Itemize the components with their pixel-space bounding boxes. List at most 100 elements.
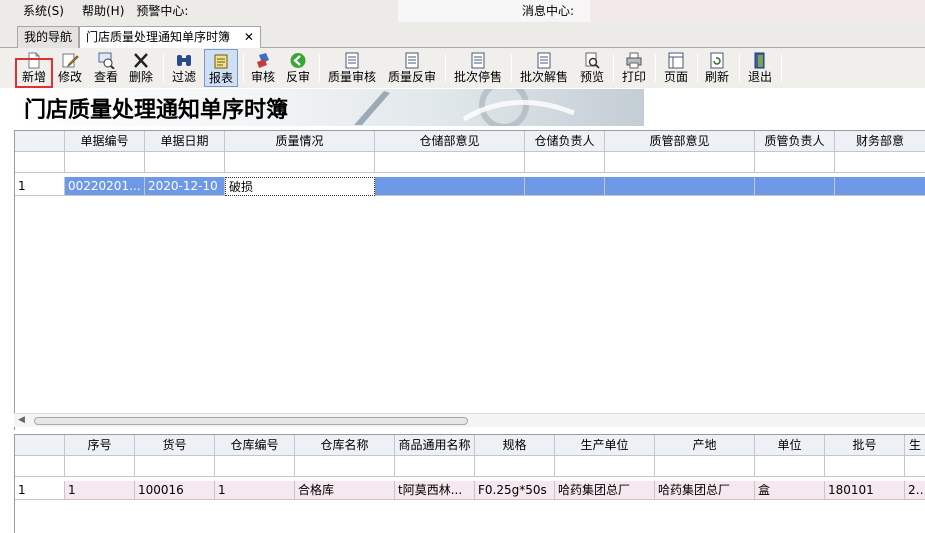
- column-header[interactable]: 商品通用名称: [395, 435, 475, 456]
- column-header[interactable]: 仓储部意见: [375, 131, 525, 152]
- cell-warehouse-opinion[interactable]: [375, 177, 525, 196]
- filter-cell[interactable]: [395, 456, 475, 477]
- column-header[interactable]: 生: [905, 435, 925, 456]
- cell-warehouse-name[interactable]: 合格库: [295, 481, 395, 500]
- warning-center-label[interactable]: 预警中心:: [130, 0, 194, 22]
- column-header[interactable]: 财务部意: [835, 131, 925, 152]
- unaudit-button[interactable]: 反审: [284, 49, 312, 87]
- batch-resume-sale-button[interactable]: 批次解售: [518, 49, 570, 87]
- column-header[interactable]: 仓库编号: [215, 435, 295, 456]
- filter-cell[interactable]: [225, 152, 375, 173]
- column-header[interactable]: 仓库名称: [295, 435, 395, 456]
- cell-document-number[interactable]: 00220201...: [65, 177, 145, 196]
- column-header[interactable]: 单据编号: [65, 131, 145, 152]
- tab-my-navigation[interactable]: 我的导航: [17, 26, 80, 48]
- filter-cell[interactable]: [145, 152, 225, 173]
- cell-document-date[interactable]: 2020-12-10: [145, 177, 225, 196]
- column-header[interactable]: 规格: [475, 435, 555, 456]
- column-header[interactable]: 仓储负责人: [525, 131, 605, 152]
- filter-cell[interactable]: [605, 152, 755, 173]
- filter-cell[interactable]: [135, 456, 215, 477]
- toolbar-separator: [511, 54, 512, 82]
- tab-quality-notice-journal[interactable]: 门店质量处理通知单序时簿 ✕: [79, 26, 261, 49]
- audit-button[interactable]: 审核: [249, 49, 277, 87]
- page-layout-icon: [668, 52, 684, 69]
- cell-quality-status[interactable]: 破损: [225, 177, 375, 196]
- filter-cell[interactable]: [65, 152, 145, 173]
- filter-cell: [15, 456, 65, 477]
- menu-help[interactable]: 帮助(H): [76, 0, 130, 22]
- filter-cell: [15, 152, 65, 173]
- preview-button[interactable]: 预览: [578, 49, 606, 87]
- cell-warehouse-manager[interactable]: [525, 177, 605, 196]
- page-setup-button[interactable]: 页面: [662, 49, 690, 87]
- refresh-button[interactable]: 刷新: [703, 49, 731, 87]
- exit-button[interactable]: 退出: [746, 49, 774, 87]
- menu-system[interactable]: 系统(S): [17, 0, 70, 22]
- filter-cell[interactable]: [215, 456, 295, 477]
- filter-cell[interactable]: [65, 456, 135, 477]
- quality-unaudit-button[interactable]: 质量反审: [386, 49, 438, 87]
- column-header[interactable]: 质管部意见: [605, 131, 755, 152]
- filter-cell[interactable]: [555, 456, 655, 477]
- cell-item-code[interactable]: 100016: [135, 481, 215, 500]
- delete-button[interactable]: 删除: [127, 49, 155, 87]
- column-header[interactable]: 质管负责人: [755, 131, 835, 152]
- cell-qa-manager[interactable]: [755, 177, 835, 196]
- filter-cell[interactable]: [525, 152, 605, 173]
- cell-origin[interactable]: 哈药集团总厂: [655, 481, 755, 500]
- filter-cell[interactable]: [655, 456, 755, 477]
- grid-header-row: 单据编号 单据日期 质量情况 仓储部意见 仓储负责人 质管部意见 质管负责人 财…: [15, 131, 925, 152]
- filter-cell[interactable]: [295, 456, 395, 477]
- refresh-button-label: 刷新: [704, 70, 729, 84]
- cell-generic-name[interactable]: t阿莫西林...: [395, 481, 475, 500]
- cell-seq[interactable]: 1: [65, 481, 135, 500]
- edit-button[interactable]: 修改: [56, 49, 84, 87]
- print-button[interactable]: 打印: [620, 49, 648, 87]
- column-header[interactable]: 货号: [135, 435, 215, 456]
- new-button-highlight: [15, 58, 53, 88]
- toolbar-separator: [739, 54, 740, 82]
- cell-qa-opinion[interactable]: [605, 177, 755, 196]
- column-header[interactable]: 质量情况: [225, 131, 375, 152]
- cell-production-date[interactable]: 201: [905, 481, 925, 500]
- column-header[interactable]: 单据日期: [145, 131, 225, 152]
- column-header[interactable]: 生产单位: [555, 435, 655, 456]
- quality-audit-button[interactable]: 质量审核: [326, 49, 378, 87]
- document-list-grid: 单据编号 单据日期 质量情况 仓储部意见 仓储负责人 质管部意见 质管负责人 财…: [14, 130, 925, 430]
- close-icon[interactable]: ✕: [244, 30, 254, 44]
- filter-cell[interactable]: [475, 456, 555, 477]
- filter-cell[interactable]: [835, 152, 925, 173]
- row-number: 1: [15, 481, 65, 500]
- message-center-label[interactable]: 消息中心:: [522, 0, 574, 22]
- cell-unit[interactable]: 盒: [755, 481, 825, 500]
- column-header[interactable]: 单位: [755, 435, 825, 456]
- report-button[interactable]: 报表: [204, 49, 238, 87]
- column-header[interactable]: 批号: [825, 435, 905, 456]
- cell-manufacturer[interactable]: 哈药集团总厂: [555, 481, 655, 500]
- cell-spec[interactable]: F0.25g*50s: [475, 481, 555, 500]
- scrollbar-thumb[interactable]: [34, 417, 468, 425]
- table-row[interactable]: 1 00220201... 2020-12-10 破损: [15, 177, 925, 196]
- batch-stop-sale-button[interactable]: 批次停售: [452, 49, 504, 87]
- filter-cell[interactable]: [755, 152, 835, 173]
- table-row[interactable]: 1 1 100016 1 合格库 t阿莫西林... F0.25g*50s 哈药集…: [15, 481, 925, 500]
- filter-cell[interactable]: [825, 456, 905, 477]
- filter-cell[interactable]: [755, 456, 825, 477]
- horizontal-scrollbar[interactable]: ◀: [14, 413, 925, 427]
- cell-finance-opinion[interactable]: [835, 177, 925, 196]
- cell-warehouse-code[interactable]: 1: [215, 481, 295, 500]
- edit-icon: [62, 53, 79, 68]
- filter-button[interactable]: 过滤: [170, 49, 198, 87]
- binoculars-icon: [177, 55, 191, 66]
- filter-cell[interactable]: [375, 152, 525, 173]
- view-button[interactable]: 查看: [92, 49, 120, 87]
- column-header[interactable]: 产地: [655, 435, 755, 456]
- exit-door-icon: [754, 52, 765, 69]
- tab-label: 门店质量处理通知单序时簿: [86, 30, 231, 44]
- preview-button-label: 预览: [579, 70, 604, 84]
- cell-batch-number[interactable]: 180101: [825, 481, 905, 500]
- filter-cell[interactable]: [905, 456, 925, 477]
- column-header[interactable]: 序号: [65, 435, 135, 456]
- scroll-left-icon[interactable]: ◀: [18, 415, 25, 425]
